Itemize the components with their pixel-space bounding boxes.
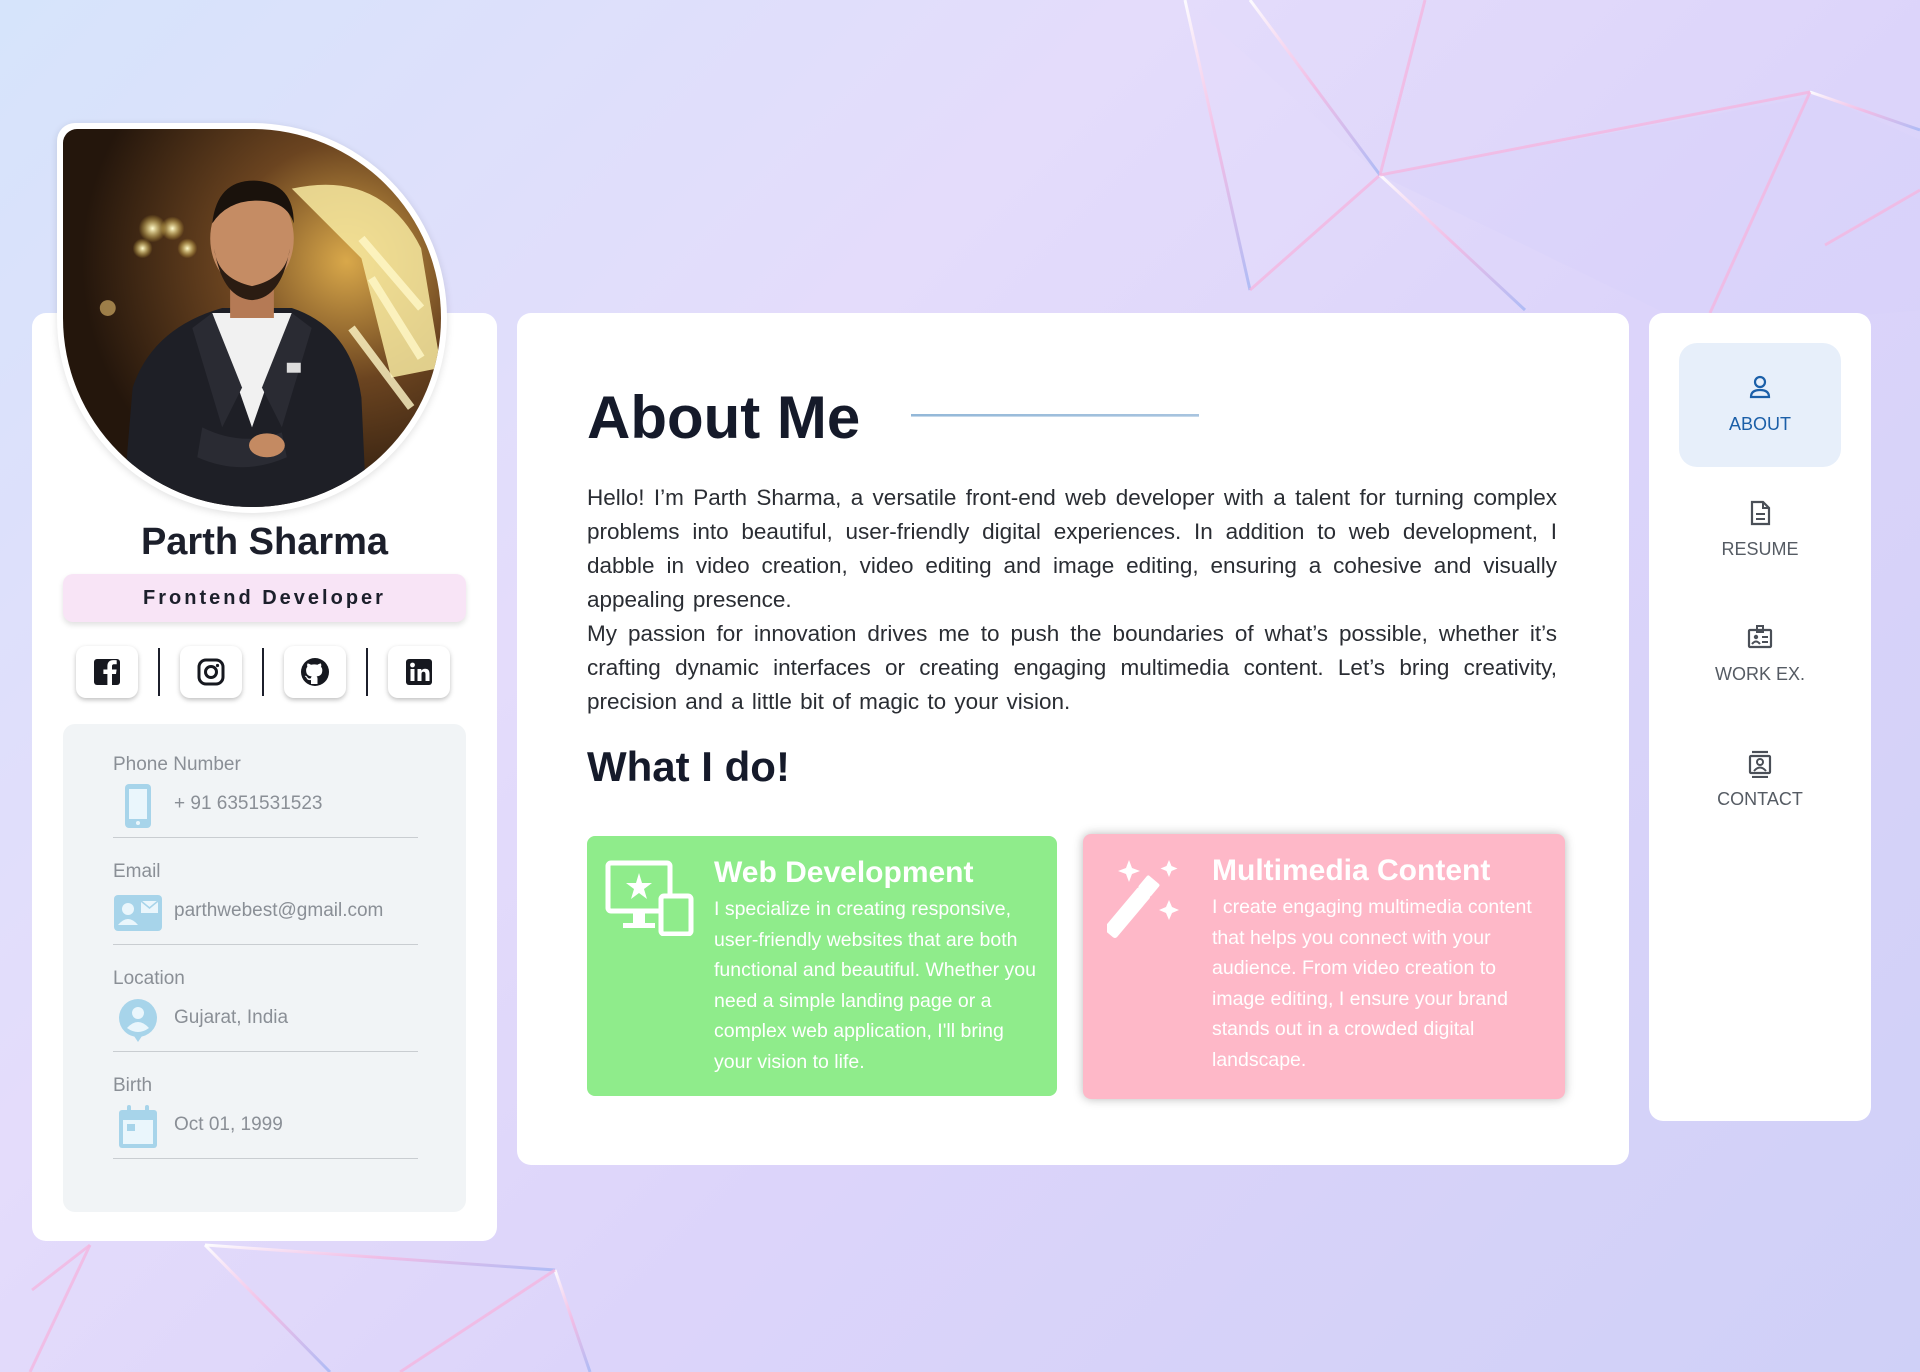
nav-label: ABOUT — [1728, 414, 1791, 434]
side-navigation: ABOUT RESUME WORK EX. CONTACT — [1649, 313, 1871, 1121]
user-icon — [1679, 375, 1841, 401]
about-card: About Me Hello! I’m Parth Sharma, a vers… — [517, 313, 1629, 1165]
location-icon — [113, 996, 163, 1044]
nav-label: CONTACT — [1717, 789, 1803, 809]
nav-item-about[interactable]: ABOUT — [1679, 343, 1841, 467]
social-divider — [158, 648, 160, 696]
info-label: Phone Number — [113, 754, 241, 775]
info-label: Location — [113, 968, 185, 989]
web-development-icon — [605, 860, 695, 941]
facebook-icon[interactable] — [76, 646, 138, 698]
info-location: Location Gujarat, India — [113, 968, 418, 1052]
service-title: Multimedia Content — [1212, 854, 1491, 887]
social-divider — [366, 648, 368, 696]
linkedin-icon[interactable] — [388, 646, 450, 698]
contact-card-icon — [1679, 750, 1841, 778]
social-divider — [262, 648, 264, 696]
service-card-web-development: Web Development I specialize in creating… — [587, 836, 1057, 1096]
email-icon — [113, 889, 163, 937]
bio-paragraph: Hello! I’m Parth Sharma, a versatile fro… — [587, 485, 1557, 612]
moon-icon[interactable] — [1755, 210, 1807, 262]
service-title: Web Development — [714, 856, 974, 889]
info-value: + 91 6351531523 — [174, 793, 323, 814]
magic-wand-icon — [1104, 858, 1183, 943]
github-icon[interactable] — [284, 646, 346, 698]
briefcase-badge-icon — [1679, 625, 1841, 651]
title-divider — [911, 414, 1199, 417]
phone-icon — [113, 782, 163, 830]
service-text: I specialize in creating responsive, use… — [714, 898, 1036, 1073]
page-title: About Me — [587, 384, 861, 451]
info-value: Gujarat, India — [174, 1007, 289, 1028]
info-phone: Phone Number + 91 6351531523 — [113, 754, 418, 838]
calendar-icon — [113, 1103, 163, 1151]
avatar — [57, 123, 447, 513]
profile-name: Parth Sharma — [140, 521, 389, 563]
nav-item-contact[interactable]: CONTACT — [1679, 718, 1841, 842]
document-icon — [1679, 500, 1841, 526]
instagram-icon[interactable] — [180, 646, 242, 698]
service-card-multimedia-content: Multimedia Content I create engaging mul… — [1083, 834, 1565, 1099]
service-text: I create engaging multimedia content tha… — [1212, 896, 1532, 1071]
info-value: parthwebest@gmail.com — [174, 900, 384, 921]
nav-item-work-experience[interactable]: WORK EX. — [1679, 593, 1841, 717]
role-badge: Frontend Developer — [63, 574, 466, 622]
info-label: Email — [113, 861, 161, 882]
bio-paragraph: My passion for innovation drives me to p… — [587, 621, 1557, 714]
info-email: Email parthwebest@gmail.com — [113, 861, 418, 945]
info-birth: Birth Oct 01, 1999 — [113, 1075, 418, 1159]
bio-text: Hello! I’m Parth Sharma, a versatile fro… — [587, 481, 1557, 719]
section-title: What I do! — [587, 743, 790, 790]
nav-label: WORK EX. — [1714, 664, 1805, 684]
nav-item-resume[interactable]: RESUME — [1679, 468, 1841, 592]
info-value: Oct 01, 1999 — [174, 1114, 283, 1135]
contact-info-box: Phone Number + 91 6351531523 Email parth… — [63, 724, 466, 1212]
nav-label: RESUME — [1721, 539, 1799, 559]
info-label: Birth — [113, 1075, 153, 1096]
social-links — [76, 646, 452, 698]
